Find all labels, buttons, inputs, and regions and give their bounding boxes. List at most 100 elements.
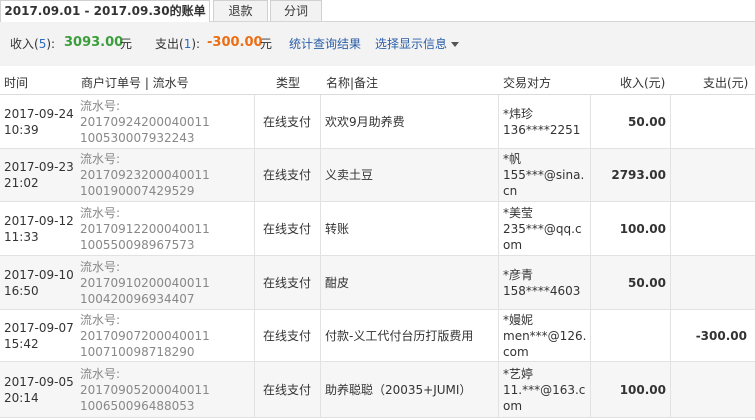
serial-number-a: 20170924200040011 xyxy=(80,114,210,129)
serial-number-a: 20170912200040011 xyxy=(80,221,210,236)
income-summary: 收入(5): xyxy=(10,36,55,52)
serial-number-b: 100650096488053 xyxy=(80,398,195,413)
counterparty-account: 11.***@163.com xyxy=(503,382,586,413)
tab-bill-period[interactable]: 2017.09.01 - 2017.09.30的账单 xyxy=(0,0,210,22)
header-counterparty: 交易对方 xyxy=(503,76,552,90)
serial-label: 流水号: xyxy=(80,259,121,274)
header-income: 收入(元) xyxy=(620,76,666,90)
row-date: 2017-09-12 xyxy=(4,213,74,228)
row-date: 2017-09-10 xyxy=(4,267,74,282)
counterparty-account: 158****4603 xyxy=(503,283,581,298)
row-date: 2017-09-07 xyxy=(4,320,74,335)
counterparty-account: 235***@qq.com xyxy=(503,221,582,252)
row-counterparty: *艺婷 11.***@163.com xyxy=(503,366,588,414)
income-suffix: ): xyxy=(46,37,56,51)
row-type: 在线支付 xyxy=(263,382,312,397)
header-order: 商户订单号 | 流水号 xyxy=(81,76,189,90)
row-counterparty: *彦青 158****4603 xyxy=(503,267,588,299)
row-date: 2017-09-05 xyxy=(4,374,74,389)
expense-summary: 支出(1): xyxy=(155,36,200,52)
counterparty-name: *炜珍 xyxy=(503,106,534,121)
display-options-dropdown[interactable]: 选择显示信息 xyxy=(375,36,460,52)
serial-number-b: 100190007429529 xyxy=(80,184,195,198)
row-datetime: 2017-09-10 16:50 xyxy=(4,267,74,299)
table-row[interactable]: 2017-09-24 10:39 流水号: 20170924200040011 10… xyxy=(0,95,755,149)
row-datetime: 2017-09-23 21:02 xyxy=(4,159,74,191)
expense-label: 支出( xyxy=(155,37,184,51)
tab-split[interactable]: 分词 xyxy=(270,0,322,21)
row-time: 10:39 xyxy=(4,122,39,137)
stats-query-link[interactable]: 统计查询结果 xyxy=(289,36,361,52)
table-row[interactable]: 2017-09-07 15:42 流水号: 20170907200040011 10… xyxy=(0,310,755,362)
row-datetime: 2017-09-24 10:39 xyxy=(4,106,74,138)
counterparty-name: *嫚妮 xyxy=(503,312,534,327)
expense-unit: 元 xyxy=(260,37,273,51)
row-datetime: 2017-09-12 11:33 xyxy=(4,213,74,245)
row-name: 付款-义工代付台历打版费用 xyxy=(325,328,474,343)
row-time: 16:50 xyxy=(4,283,39,298)
row-type: 在线支付 xyxy=(263,221,312,236)
row-date: 2017-09-24 xyxy=(4,106,74,121)
row-name: 助养聪聪（20035+JUMI） xyxy=(325,382,472,397)
serial-label: 流水号: xyxy=(80,312,121,327)
serial-number-a: 20170910200040011 xyxy=(80,275,210,290)
row-serial: 流水号: 20170907200040011 100710098718290 xyxy=(80,312,252,360)
row-name: 转账 xyxy=(325,221,350,236)
row-datetime: 2017-09-07 15:42 xyxy=(4,320,74,352)
serial-number-b: 100710098718290 xyxy=(80,344,195,359)
row-counterparty: *炜珍 136****2251 xyxy=(503,106,588,138)
row-type: 在线支付 xyxy=(263,168,312,182)
income-label: 收入( xyxy=(10,37,39,51)
row-datetime: 2017-09-05 20:14 xyxy=(4,374,74,406)
counterparty-name: *彦青 xyxy=(503,267,534,282)
row-time: 21:02 xyxy=(4,176,39,190)
row-serial: 流水号: 20170924200040011 100530007932243 xyxy=(80,98,252,146)
income-amount: 3093.00 xyxy=(64,35,124,50)
row-counterparty: *帆 155***@sina.cn xyxy=(503,151,588,199)
table-row[interactable]: 2017-09-23 21:02 流水号: 20170923200040011 10… xyxy=(0,149,755,202)
counterparty-account: 136****2251 xyxy=(503,122,581,137)
income-unit: 元 xyxy=(120,37,133,51)
serial-number-a: 20170907200040011 xyxy=(80,328,210,343)
table-row[interactable]: 2017-09-10 16:50 流水号: 20170910200040011 10… xyxy=(0,256,755,310)
row-type: 在线支付 xyxy=(263,328,312,343)
table-header: 时间 商户订单号 | 流水号 类型 名称|备注 交易对方 收入(元) 支出(元) xyxy=(0,72,755,95)
summary-bar: 收入(5): 3093.00 元 支出(1): -300.00 元 统计查询结果… xyxy=(0,22,755,66)
expense-amount: -300.00 xyxy=(207,35,263,50)
serial-label: 流水号: xyxy=(80,152,121,166)
serial-number-b: 100550098967573 xyxy=(80,237,195,252)
serial-label: 流水号: xyxy=(80,366,121,381)
row-date: 2017-09-23 xyxy=(4,160,74,174)
row-type: 在线支付 xyxy=(263,275,312,290)
table-row[interactable]: 2017-09-05 20:14 流水号: 20170905200040011 10… xyxy=(0,362,755,418)
counterparty-name: *艺婷 xyxy=(503,366,534,381)
tab-bar: 2017.09.01 - 2017.09.30的账单 退款 分词 xyxy=(0,0,755,22)
chevron-down-icon xyxy=(451,42,460,47)
row-serial: 流水号: 20170910200040011 100420096934407 xyxy=(80,259,252,307)
header-type: 类型 xyxy=(276,76,301,90)
tab-refund[interactable]: 退款 xyxy=(213,0,268,21)
header-expense: 支出(元) xyxy=(703,76,749,90)
serial-number-a: 20170923200040011 xyxy=(80,168,210,182)
row-counterparty: *美莹 235***@qq.com xyxy=(503,205,588,253)
header-name: 名称|备注 xyxy=(326,76,379,90)
row-income: 2793.00 xyxy=(611,168,666,182)
row-name: 欢欢9月助养费 xyxy=(325,114,405,129)
row-income: 100.00 xyxy=(619,221,666,236)
expense-suffix: ): xyxy=(191,37,201,51)
counterparty-name: *美莹 xyxy=(503,205,534,220)
row-time: 15:42 xyxy=(4,336,39,351)
header-time: 时间 xyxy=(4,76,29,90)
table-row[interactable]: 2017-09-12 11:33 流水号: 20170912200040011 10… xyxy=(0,202,755,256)
row-serial: 流水号: 20170905200040011 100650096488053 xyxy=(80,366,252,414)
serial-number-a: 20170905200040011 xyxy=(80,382,210,397)
row-income: 50.00 xyxy=(628,275,666,290)
row-type: 在线支付 xyxy=(263,114,312,129)
row-time: 20:14 xyxy=(4,390,39,405)
row-expense: -300.00 xyxy=(695,328,747,343)
display-options-label: 选择显示信息 xyxy=(375,37,448,51)
row-time: 11:33 xyxy=(4,229,39,244)
row-name: 义卖土豆 xyxy=(325,168,374,182)
serial-label: 流水号: xyxy=(80,205,121,220)
serial-label: 流水号: xyxy=(80,98,121,113)
